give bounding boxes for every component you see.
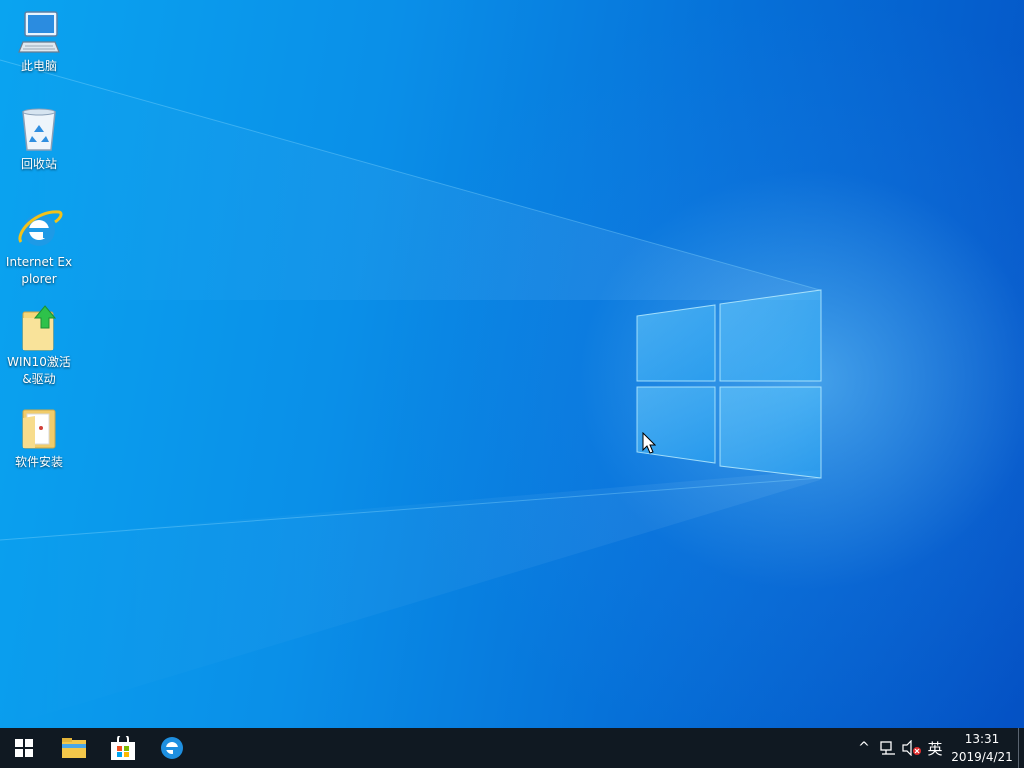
show-desktop-button[interactable] [1018,728,1024,768]
clock[interactable]: 13:31 2019/4/21 [944,730,1020,766]
desktop-icon-label: 此电脑 [20,59,57,73]
folder-icon [22,409,56,449]
desktop-icon-internet-explorer[interactable]: Internet Explorer [4,204,74,288]
folder-with-arrow-icon [22,305,57,351]
tray-network[interactable] [876,728,900,768]
desktop-icon-label: Internet Explorer [5,255,73,286]
start-icon [15,739,33,757]
store-icon [111,736,135,760]
store-button[interactable] [99,728,147,768]
desktop-icon-software-install[interactable]: 软件安装 [4,404,74,471]
file-explorer-icon [62,738,86,758]
volume-muted-icon [902,740,921,756]
desktop-icon-win10-activation[interactable]: WIN10激活&驱动 [4,304,74,388]
desktop-icon-label: 软件安装 [14,455,63,469]
tray-overflow-chevron[interactable]: ^ [852,728,876,768]
clock-time: 13:31 [964,732,1000,746]
tray-volume[interactable] [900,728,924,768]
desktop-icon-label: 回收站 [20,157,57,171]
desktop-icon-recycle-bin[interactable]: 回收站 [4,106,74,173]
desktop-icon-this-pc[interactable]: 此电脑 [4,8,74,75]
network-icon [880,741,895,755]
file-explorer-button[interactable] [50,728,98,768]
start-button[interactable] [0,728,48,768]
desktop[interactable]: 此电脑 回收站 Internet Explorer WIN10激活&驱动 软件安… [0,0,1024,728]
internet-explorer-icon [18,210,63,246]
clock-date: 2019/4/21 [951,750,1013,764]
computer-icon [18,11,60,53]
desktop-icon-label: WIN10激活&驱动 [7,355,71,386]
edge-icon [161,737,183,759]
mouse-cursor-icon [642,432,656,454]
chevron-up-icon: ^ [858,740,870,756]
tray-input-method[interactable]: 英 [924,728,946,768]
edge-button[interactable] [148,728,196,768]
taskbar: ^ 英 13:31 2019/4/21 [0,728,1024,768]
recycle-bin-icon [22,108,56,151]
ime-indicator: 英 [927,739,943,758]
windows-logo-wallpaper [0,59,822,728]
